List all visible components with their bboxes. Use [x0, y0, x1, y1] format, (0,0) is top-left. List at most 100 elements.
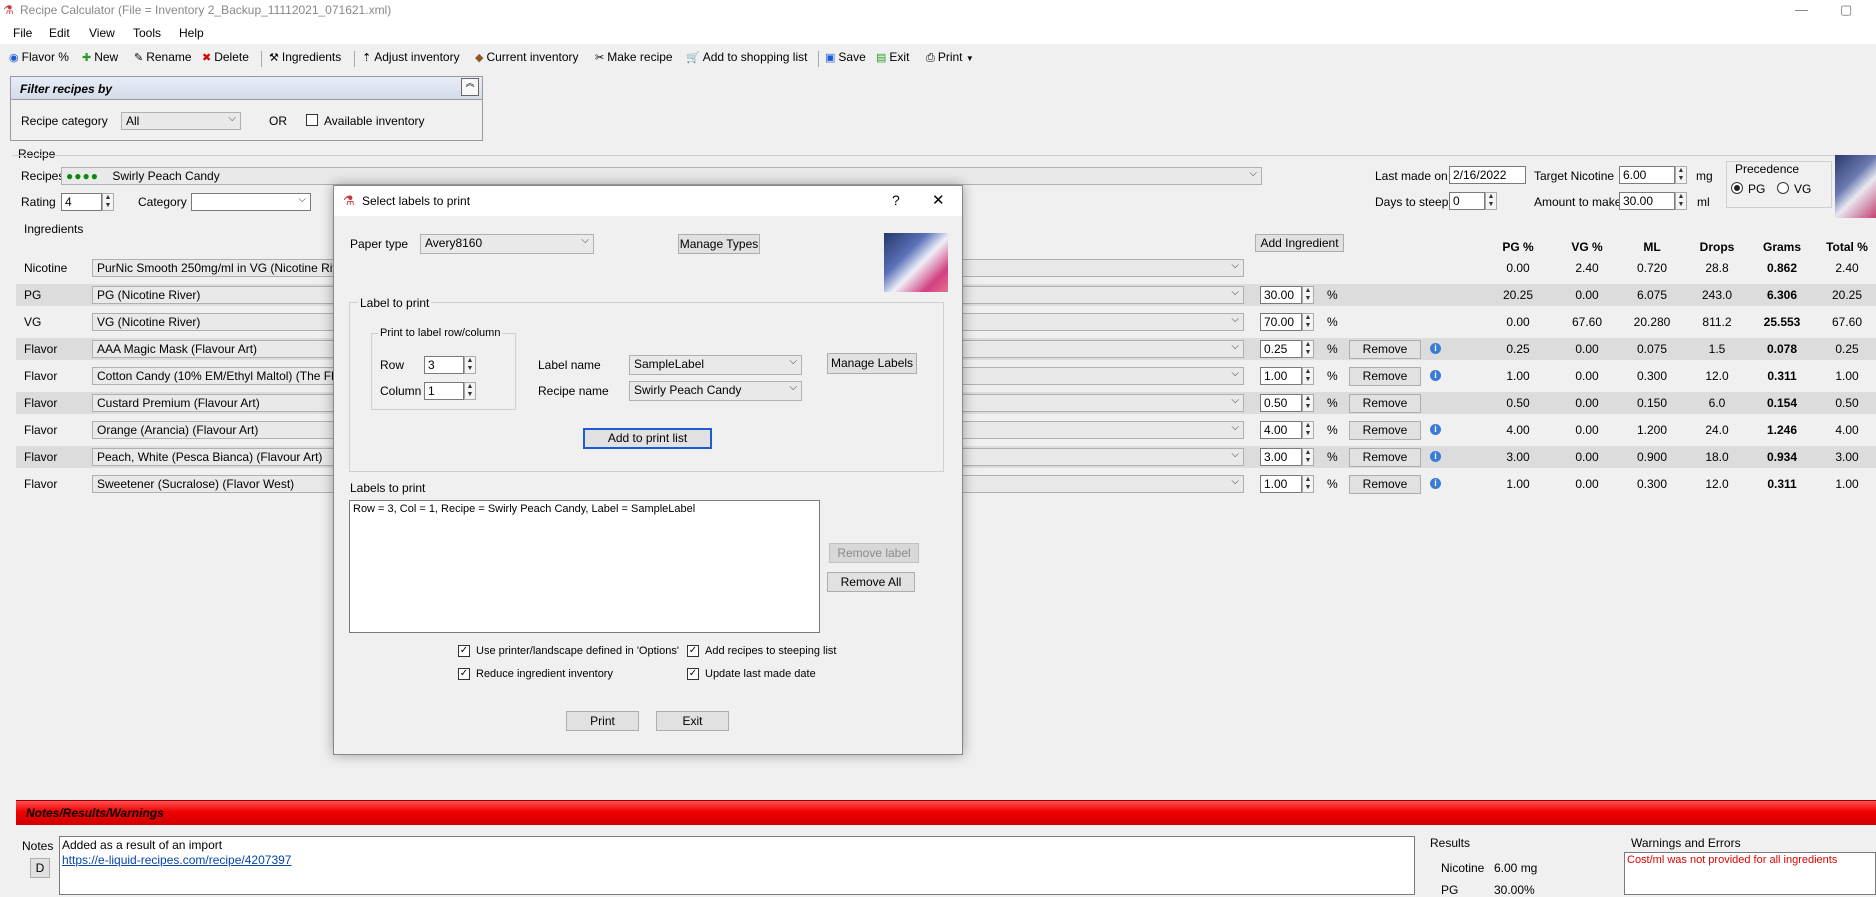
exit-dialog-button[interactable]: Exit	[656, 711, 729, 731]
ingredient-percent-spinner[interactable]: ▲ ▼	[1302, 475, 1314, 493]
col-header-grams: Grams	[1762, 240, 1802, 254]
menu-edit[interactable]: Edit	[49, 26, 70, 40]
remove-label-button[interactable]: Remove label	[829, 543, 919, 563]
recipe-name-value: Swirly Peach Candy	[634, 383, 742, 397]
adjust-inventory-button[interactable]: ⇡ Adjust inventory	[362, 50, 460, 64]
exit-button[interactable]: ▤ Exit	[876, 50, 909, 64]
column-spinner[interactable]: ▲ ▼	[464, 382, 476, 400]
ingredient-grams: 0.154	[1766, 396, 1798, 410]
info-icon[interactable]: i	[1430, 478, 1441, 489]
info-icon[interactable]: i	[1430, 343, 1441, 354]
remove-ingredient-button[interactable]: Remove	[1349, 394, 1421, 413]
ingredient-percent-input[interactable]: 1.00	[1260, 475, 1302, 493]
recipe-category-select[interactable]: All ⌵	[121, 112, 241, 130]
remove-ingredient-button[interactable]: Remove	[1349, 421, 1421, 440]
info-icon[interactable]: i	[1430, 451, 1441, 462]
exit-label: Exit	[889, 50, 910, 64]
help-icon[interactable]: ?	[892, 192, 900, 208]
info-icon[interactable]: i	[1430, 370, 1441, 381]
ingredient-percent-input[interactable]: 1.00	[1260, 367, 1302, 385]
list-item[interactable]: Row = 3, Col = 1, Recipe = Swirly Peach …	[350, 501, 819, 517]
filter-title: Filter recipes by	[20, 82, 113, 96]
collapse-chevron-icon[interactable]: ︽	[461, 78, 479, 96]
new-button[interactable]: ✚ New	[82, 50, 118, 64]
ingredient-percent-input[interactable]: 3.00	[1260, 448, 1302, 466]
ingredient-percent-spinner[interactable]: ▲ ▼	[1302, 367, 1314, 385]
note-link[interactable]: https://e-liquid-recipes.com/recipe/4207…	[60, 853, 1414, 867]
last-made-input[interactable]: 2/16/2022	[1449, 166, 1526, 184]
pg-radio[interactable]	[1731, 182, 1743, 194]
ingredient-drops: 24.0	[1705, 423, 1729, 437]
ingredient-ml: 0.900	[1636, 450, 1668, 464]
remove-ingredient-button[interactable]: Remove	[1349, 475, 1421, 494]
ingredient-percent-input[interactable]: 0.50	[1260, 394, 1302, 412]
ingredient-percent-value: 0.50	[1264, 396, 1288, 410]
current-inventory-button[interactable]: ◆ Current inventory	[475, 50, 579, 64]
remove-ingredient-button[interactable]: Remove	[1349, 340, 1421, 359]
column-input[interactable]: 1	[424, 382, 464, 400]
menu-file[interactable]: File	[13, 26, 32, 40]
remove-ingredient-button[interactable]: Remove	[1349, 448, 1421, 467]
percent-sign: %	[1327, 450, 1338, 464]
ingredients-button[interactable]: ⚒ Ingredients	[269, 50, 341, 64]
remove-all-button[interactable]: Remove All	[827, 572, 915, 592]
use-printer-checkbox[interactable]: ✓	[458, 645, 470, 657]
days-to-steep-input[interactable]: 0	[1449, 192, 1485, 210]
manage-types-button[interactable]: Manage Types	[678, 234, 760, 254]
add-to-shopping-list-button[interactable]: 🛒 Add to shopping list	[686, 50, 807, 64]
ingredient-percent-spinner[interactable]: ▲ ▼	[1302, 313, 1314, 331]
row-spinner[interactable]: ▲ ▼	[464, 356, 476, 374]
menu-tools[interactable]: Tools	[133, 26, 161, 40]
maximize-icon[interactable]: ▢	[1840, 2, 1852, 18]
row-input[interactable]: 3	[424, 356, 464, 374]
close-icon[interactable]: ✕	[932, 191, 945, 209]
make-recipe-button[interactable]: ✂ Make recipe	[595, 50, 673, 64]
target-nicotine-input[interactable]: 6.00	[1619, 166, 1675, 184]
recipes-select[interactable]: ●●●● Swirly Peach Candy ⌵	[61, 167, 1262, 185]
ingredient-percent-input[interactable]: 4.00	[1260, 421, 1302, 439]
amount-to-make-input[interactable]: 30.00	[1619, 192, 1675, 210]
target-nicotine-spinner[interactable]: ▲ ▼	[1675, 166, 1687, 184]
flavor-pct-button[interactable]: ◉ Flavor %	[9, 50, 69, 64]
print-dialog-button[interactable]: Print	[566, 711, 639, 731]
notes-textarea[interactable]: Added as a result of an import https://e…	[59, 836, 1415, 895]
recipe-name-select[interactable]: Swirly Peach Candy ⌵	[629, 381, 802, 401]
col-header-vg: VG %	[1571, 240, 1603, 254]
chevron-down-icon: ⌵	[789, 382, 797, 393]
info-icon[interactable]: i	[1430, 424, 1441, 435]
rating-input[interactable]: 4	[61, 193, 102, 211]
labels-list[interactable]: Row = 3, Col = 1, Recipe = Swirly Peach …	[349, 500, 820, 633]
paper-type-select[interactable]: Avery8160 ⌵	[420, 234, 594, 254]
ingredient-percent-input[interactable]: 0.25	[1260, 340, 1302, 358]
label-name-select[interactable]: SampleLabel ⌵	[629, 355, 802, 375]
d-button[interactable]: D	[30, 858, 50, 878]
ingredient-percent-spinner[interactable]: ▲ ▼	[1302, 394, 1314, 412]
results-nicotine-label: Nicotine	[1441, 861, 1485, 875]
rename-button[interactable]: ✎ Rename	[134, 50, 192, 64]
add-steeping-checkbox[interactable]: ✓	[687, 645, 699, 657]
delete-button[interactable]: ✖ Delete	[202, 50, 249, 64]
ingredient-pg: 4.00	[1506, 423, 1530, 437]
add-to-print-list-button[interactable]: Add to print list	[583, 428, 712, 449]
ingredient-percent-spinner[interactable]: ▲ ▼	[1302, 340, 1314, 358]
reduce-inventory-checkbox[interactable]: ✓	[458, 668, 470, 680]
menu-help[interactable]: Help	[179, 26, 204, 40]
minimize-icon[interactable]: —	[1795, 2, 1808, 17]
remove-ingredient-button[interactable]: Remove	[1349, 367, 1421, 386]
category-select[interactable]: ⌵	[191, 193, 311, 211]
vg-radio[interactable]	[1777, 182, 1789, 194]
rating-spinner[interactable]: ▲ ▼	[102, 193, 114, 211]
manage-labels-button[interactable]: Manage Labels	[827, 353, 917, 374]
ingredient-percent-input[interactable]: 30.00	[1260, 286, 1302, 304]
ingredient-percent-spinner[interactable]: ▲ ▼	[1302, 421, 1314, 439]
menu-view[interactable]: View	[89, 26, 115, 40]
ingredient-percent-spinner[interactable]: ▲ ▼	[1302, 286, 1314, 304]
available-inventory-checkbox[interactable]	[306, 114, 318, 126]
days-to-steep-spinner[interactable]: ▲ ▼	[1485, 192, 1497, 210]
ingredient-percent-spinner[interactable]: ▲ ▼	[1302, 448, 1314, 466]
save-button[interactable]: ▣ Save	[825, 50, 866, 64]
print-button[interactable]: ⎙ Print ▼	[926, 50, 974, 65]
amount-to-make-spinner[interactable]: ▲ ▼	[1675, 192, 1687, 210]
update-last-made-checkbox[interactable]: ✓	[687, 668, 699, 680]
ingredient-percent-input[interactable]: 70.00	[1260, 313, 1302, 331]
